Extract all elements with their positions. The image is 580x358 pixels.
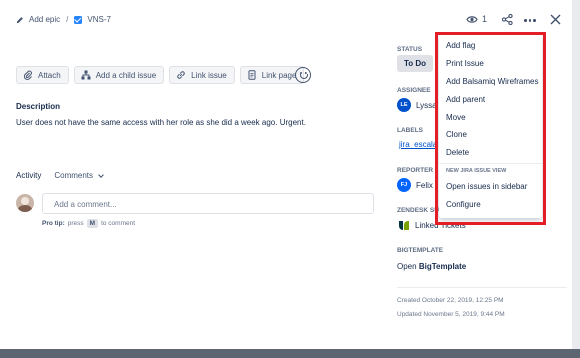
reporter-name[interactable]: Felix: [416, 181, 433, 190]
hierarchy-icon: [81, 70, 91, 80]
issue-toolbar: Attach Add a child issue Link issue Link…: [16, 66, 305, 84]
attach-button[interactable]: Attach: [16, 66, 69, 84]
add-child-issue-button[interactable]: Add a child issue: [73, 66, 165, 84]
activity-title: Activity: [16, 171, 42, 180]
description-text[interactable]: User does not have the same access with …: [16, 118, 306, 127]
shortcut-key: M: [86, 219, 99, 228]
link-icon: [177, 71, 185, 79]
bigtemplate-name: BigTemplate: [418, 262, 467, 271]
scrollbar-track: [572, 0, 580, 358]
pro-tip-rest: to comment: [101, 220, 136, 227]
emoji-icon[interactable]: [295, 67, 311, 83]
add-child-issue-label: Add a child issue: [95, 70, 157, 80]
bottom-backdrop: [0, 349, 580, 358]
activity-filter-dropdown[interactable]: Comments: [54, 171, 104, 180]
labels-label: LABELS: [397, 127, 423, 134]
status-button[interactable]: To Do: [397, 55, 433, 72]
reporter-avatar: FJ: [397, 178, 411, 192]
description-heading: Description: [16, 102, 61, 111]
link-issue-label: Link issue: [191, 70, 227, 80]
open-bigtemplate-link[interactable]: Open BigTemplate: [397, 262, 466, 271]
attach-label: Attach: [38, 70, 61, 80]
link-page-label: Link page: [261, 70, 297, 80]
pro-tip-press: press: [67, 220, 84, 227]
label-tag[interactable]: jira_escala: [399, 140, 437, 149]
assignee-name[interactable]: Lyssa: [416, 101, 437, 110]
assignee-label: ASSIGNEE: [397, 87, 431, 94]
panel-divider: [397, 287, 567, 288]
task-type-icon: [74, 15, 83, 24]
pro-tip-label: Pro tip:: [42, 220, 65, 227]
paperclip-icon: [23, 70, 32, 80]
link-issue-button[interactable]: Link issue: [169, 66, 235, 84]
eye-icon: [466, 15, 478, 23]
watch-count: 1: [482, 14, 488, 24]
watch-button[interactable]: 1: [466, 14, 487, 24]
activity-filter-label: Comments: [54, 171, 94, 180]
breadcrumb-separator: /: [66, 15, 69, 24]
add-epic-link[interactable]: Add epic: [29, 15, 60, 24]
bigtemplate-prefix: Open: [397, 262, 417, 271]
comment-input[interactable]: Add a comment...: [42, 193, 374, 214]
zendesk-icon: [399, 221, 409, 230]
page-icon: [248, 70, 256, 80]
more-actions-icon[interactable]: [524, 19, 536, 22]
assignee-avatar: LE: [397, 98, 411, 112]
pro-tip: Pro tip: press M to comment: [42, 219, 135, 228]
chevron-down-icon: [98, 171, 104, 178]
pencil-icon: [16, 16, 23, 23]
issue-view: Add epic / VNS-7 1 Attach Add a child is…: [0, 0, 580, 358]
activity-header: Activity Comments: [16, 171, 104, 180]
annotation-highlight-box: [435, 32, 546, 225]
issue-key-link[interactable]: VNS-7: [87, 15, 111, 24]
close-icon[interactable]: [550, 14, 561, 25]
breadcrumb: Add epic / VNS-7: [16, 15, 111, 24]
created-date: Created October 22, 2019, 12:25 PM: [397, 297, 504, 304]
current-user-avatar: [16, 194, 34, 212]
updated-date: Updated November 5, 2019, 9:44 PM: [397, 311, 505, 318]
status-label: STATUS: [397, 46, 423, 53]
reporter-label: REPORTER: [397, 167, 434, 174]
share-icon[interactable]: [502, 14, 513, 25]
bigtemplate-label: BIGTEMPLATE: [397, 247, 444, 254]
